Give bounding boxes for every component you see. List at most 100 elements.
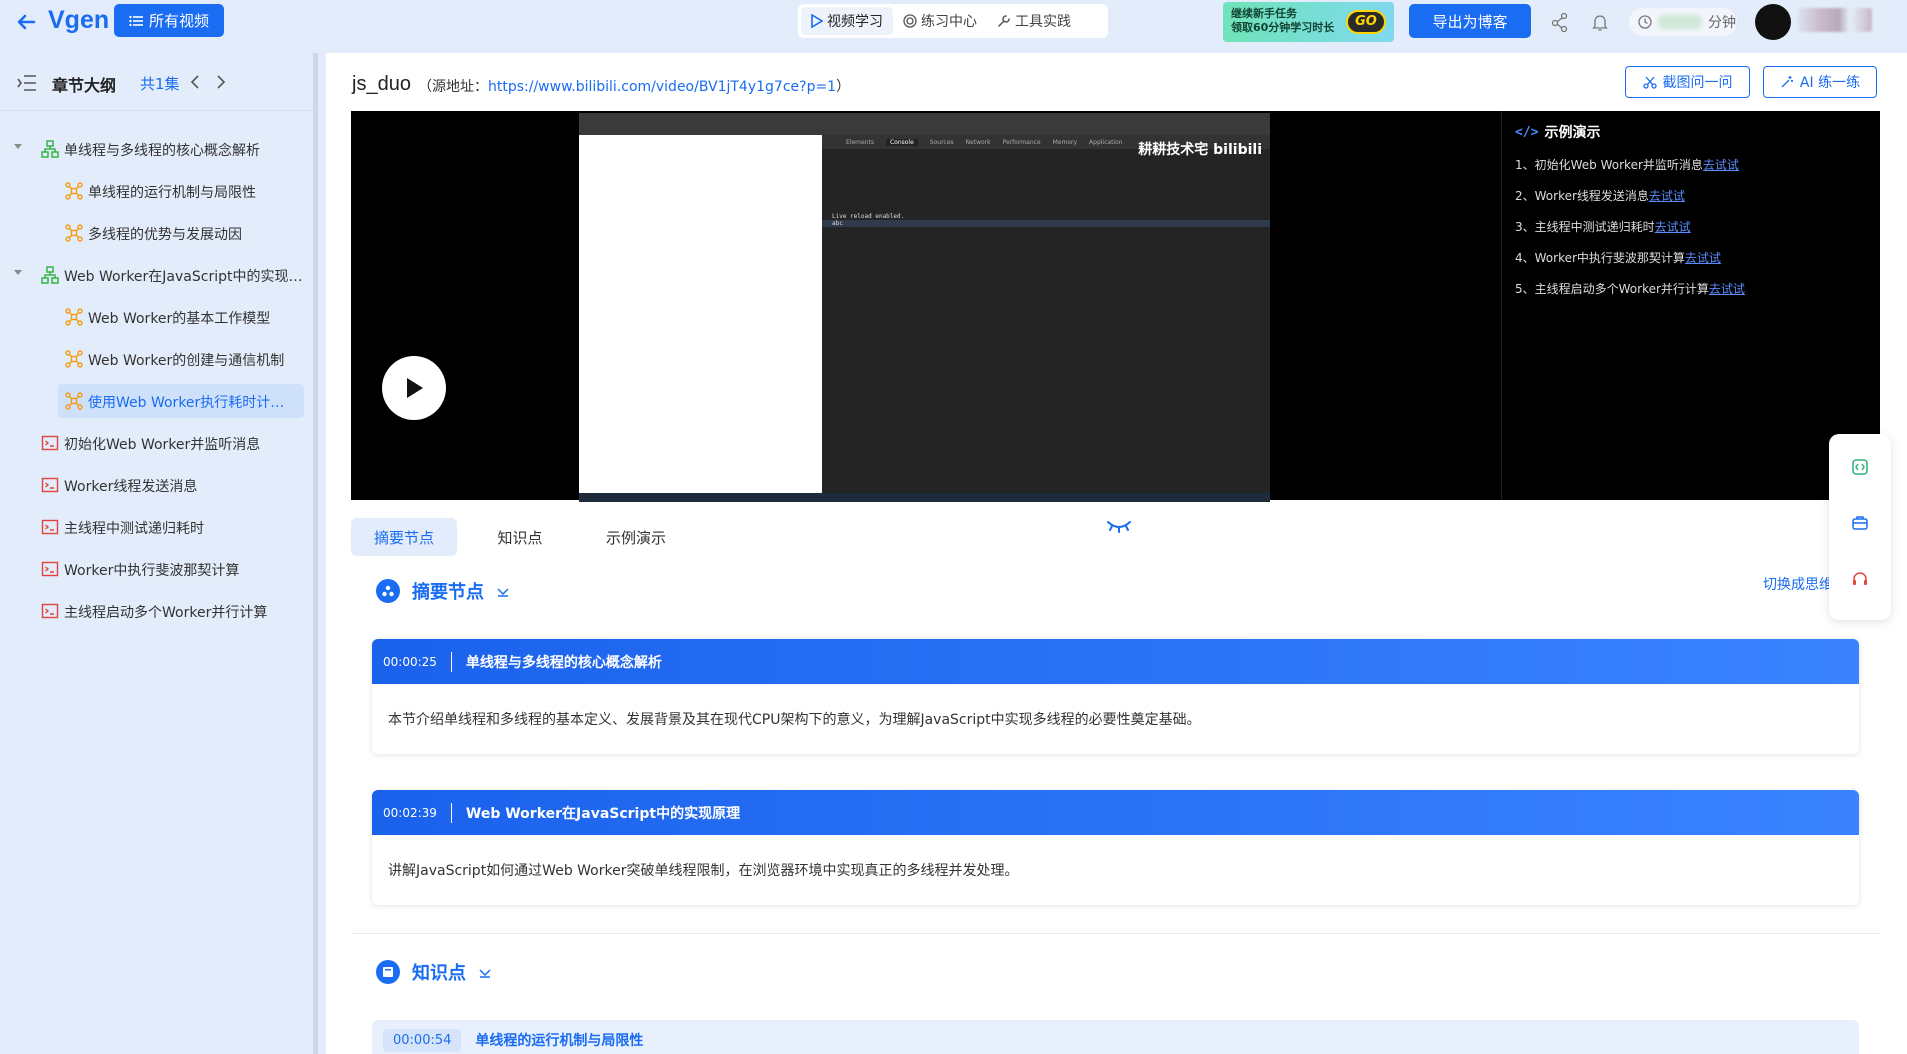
code-terminal-icon [41, 477, 59, 493]
source-suffix: ） [836, 79, 851, 95]
summary-section-header[interactable]: 摘要节点 [376, 578, 510, 604]
knowledge-point-icon [65, 182, 83, 200]
tab-demos[interactable]: 示例演示 [583, 518, 689, 556]
try-link[interactable]: 去试试 [1685, 251, 1721, 265]
try-link[interactable]: 去试试 [1655, 220, 1691, 234]
outline-chapter-label: 单线程与多线程的核心概念解析 [64, 143, 260, 159]
collapse-menu-icon[interactable] [17, 74, 37, 92]
video-player[interactable]: Elements Console Sources Network Perform… [351, 111, 1880, 502]
divider [450, 651, 452, 672]
tab-knowledge-points[interactable]: 知识点 [467, 518, 573, 556]
outline-tree: 单线程与多线程的核心概念解析 单线程的运行机制与局限性 多线程的优势与发展动因 [0, 128, 313, 632]
outline-point-label: 单线程的运行机制与局限性 [88, 185, 256, 201]
headset-icon[interactable] [1851, 570, 1869, 588]
chevron-down-icon[interactable] [496, 584, 510, 598]
tab-practice-center[interactable]: 练习中心 [893, 7, 987, 35]
outline-point[interactable]: 多线程的优势与发展动因 [0, 212, 313, 254]
demo-overlay-title: </> 示例演示 [1515, 122, 1600, 142]
bell-icon[interactable] [1589, 11, 1611, 33]
back-arrow-icon[interactable] [14, 10, 38, 34]
code-editor-icon[interactable] [1851, 458, 1869, 476]
magic-wand-icon [1781, 76, 1793, 88]
eye-closed-icon[interactable] [1106, 518, 1132, 534]
outline-demo[interactable]: Worker线程发送消息 [0, 464, 313, 506]
play-button[interactable] [382, 356, 446, 420]
devtools-tab: Console [885, 138, 918, 146]
knowledge-section-title: 知识点 [412, 963, 466, 984]
demo-overlay-title-text: 示例演示 [1544, 125, 1601, 141]
demo-overlay-item-text: 1、初始化Web Worker并监听消息 [1515, 158, 1703, 172]
outline-point[interactable]: Web Worker的基本工作模型 [0, 296, 313, 338]
summary-card-body: 本节介绍单线程和多线程的基本定义、发展背景及其在现代CPU架构下的意义，为理解J… [388, 712, 1201, 728]
outline-demo[interactable]: Worker中执行斐波那契计算 [0, 548, 313, 590]
source-url-link[interactable]: https://www.bilibili.com/video/BV1jT4y1g… [488, 79, 836, 95]
app-logo[interactable]: Vgen [48, 6, 109, 35]
summary-card[interactable]: 00:00:25 单线程与多线程的核心概念解析 本节介绍单线程和多线程的基本定义… [372, 639, 1859, 754]
tab-tool-practice-label: 工具实践 [1015, 14, 1071, 30]
screenshot-ask-label: 截图问一问 [1662, 75, 1733, 91]
try-link[interactable]: 去试试 [1649, 189, 1685, 203]
summary-card-title: Web Worker在JavaScript中的实现原理 [465, 805, 741, 822]
all-videos-button[interactable]: 所有视频 [114, 4, 224, 37]
mode-tabs: 视频学习 练习中心 工具实践 [798, 4, 1108, 38]
knowledge-card[interactable]: 00:00:54 单线程的运行机制与局限性 [372, 1020, 1859, 1054]
outline-demo[interactable]: 主线程中测试递归耗时 [0, 506, 313, 548]
code-icon: </> [1515, 124, 1539, 140]
chevron-down-icon[interactable] [478, 965, 492, 979]
outline-point-label: 多线程的优势与发展动因 [88, 227, 242, 243]
list-icon [129, 15, 143, 26]
try-link[interactable]: 去试试 [1709, 282, 1745, 296]
summary-section-title: 摘要节点 [412, 582, 484, 603]
scissors-icon [1642, 76, 1657, 89]
source-prefix: （源地址： [418, 79, 488, 95]
outline-point-active[interactable]: 使用Web Worker执行耗时计算... [0, 380, 313, 422]
demo-overlay-item: 2、Worker线程发送消息去试试 [1515, 187, 1685, 204]
outline-chapter[interactable]: Web Worker在JavaScript中的实现原... [0, 254, 313, 296]
promo-go-button[interactable]: GO [1346, 10, 1386, 34]
tab-summary-nodes[interactable]: 摘要节点 [351, 518, 457, 556]
demo-overlay-item: 3、主线程中测试递归耗时去试试 [1515, 218, 1691, 235]
username-blurred[interactable] [1798, 8, 1872, 32]
chevron-right-icon[interactable] [212, 71, 230, 93]
summary-card-title: 单线程与多线程的核心概念解析 [465, 654, 662, 671]
tab-video-learning-label: 视频学习 [827, 14, 883, 30]
try-link[interactable]: 去试试 [1703, 158, 1739, 172]
caret-down-icon[interactable] [12, 141, 24, 153]
outline-chapter[interactable]: 单线程与多线程的核心概念解析 [0, 128, 313, 170]
switch-mindmap-link[interactable]: 切换成思维 [1763, 574, 1833, 594]
outline-point[interactable]: Web Worker的创建与通信机制 [0, 338, 313, 380]
devtools-tab: Performance [1002, 138, 1041, 146]
promo-banner[interactable]: 继续新手任务 领取60分钟学习时长 GO [1223, 2, 1394, 42]
export-blog-button[interactable]: 导出为博客 [1409, 4, 1531, 38]
summary-card[interactable]: 00:02:39 Web Worker在JavaScript中的实现原理 讲解J… [372, 790, 1859, 905]
tab-practice-center-label: 练习中心 [921, 14, 977, 30]
outline-point[interactable]: 单线程的运行机制与局限性 [0, 170, 313, 212]
outline-demo-label: Worker中执行斐波那契计算 [64, 563, 240, 579]
devtools-panel: Elements Console Sources Network Perform… [822, 135, 1270, 493]
demo-overlay: </> 示例演示 1、初始化Web Worker并监听消息去试试 2、Worke… [1501, 111, 1880, 500]
top-bar: Vgen 所有视频 视频学习 练习中心 工具实践 继续新手任务 领取60分钟学习… [0, 0, 1907, 53]
outline-demo[interactable]: 初始化Web Worker并监听消息 [0, 422, 313, 464]
ai-practice-button[interactable]: AI 练一练 [1763, 66, 1877, 98]
knowledge-section-header[interactable]: 知识点 [376, 959, 492, 985]
outline-demo-label: 初始化Web Worker并监听消息 [64, 437, 261, 453]
knowledge-point-icon [65, 224, 83, 242]
avatar[interactable] [1755, 4, 1791, 40]
tab-tool-practice[interactable]: 工具实践 [987, 7, 1081, 35]
knowledge-point-icon [65, 308, 83, 326]
divider [450, 802, 452, 823]
chevron-left-icon[interactable] [186, 71, 204, 93]
timestamp[interactable]: 00:00:25 [383, 655, 437, 669]
outline-demo[interactable]: 主线程启动多个Worker并行计算 [0, 590, 313, 632]
target-icon [903, 14, 917, 28]
timer-unit: 分钟 [1708, 15, 1736, 31]
caret-down-icon[interactable] [12, 267, 24, 279]
share-icon[interactable] [1549, 11, 1571, 33]
tab-video-learning[interactable]: 视频学习 [801, 7, 893, 35]
code-terminal-icon [41, 603, 59, 619]
timestamp[interactable]: 00:02:39 [383, 806, 437, 820]
summary-section-icon [376, 579, 400, 603]
screenshot-ask-button[interactable]: 截图问一问 [1625, 66, 1750, 98]
timestamp[interactable]: 00:00:54 [383, 1028, 462, 1052]
toolbox-icon[interactable] [1851, 514, 1869, 532]
